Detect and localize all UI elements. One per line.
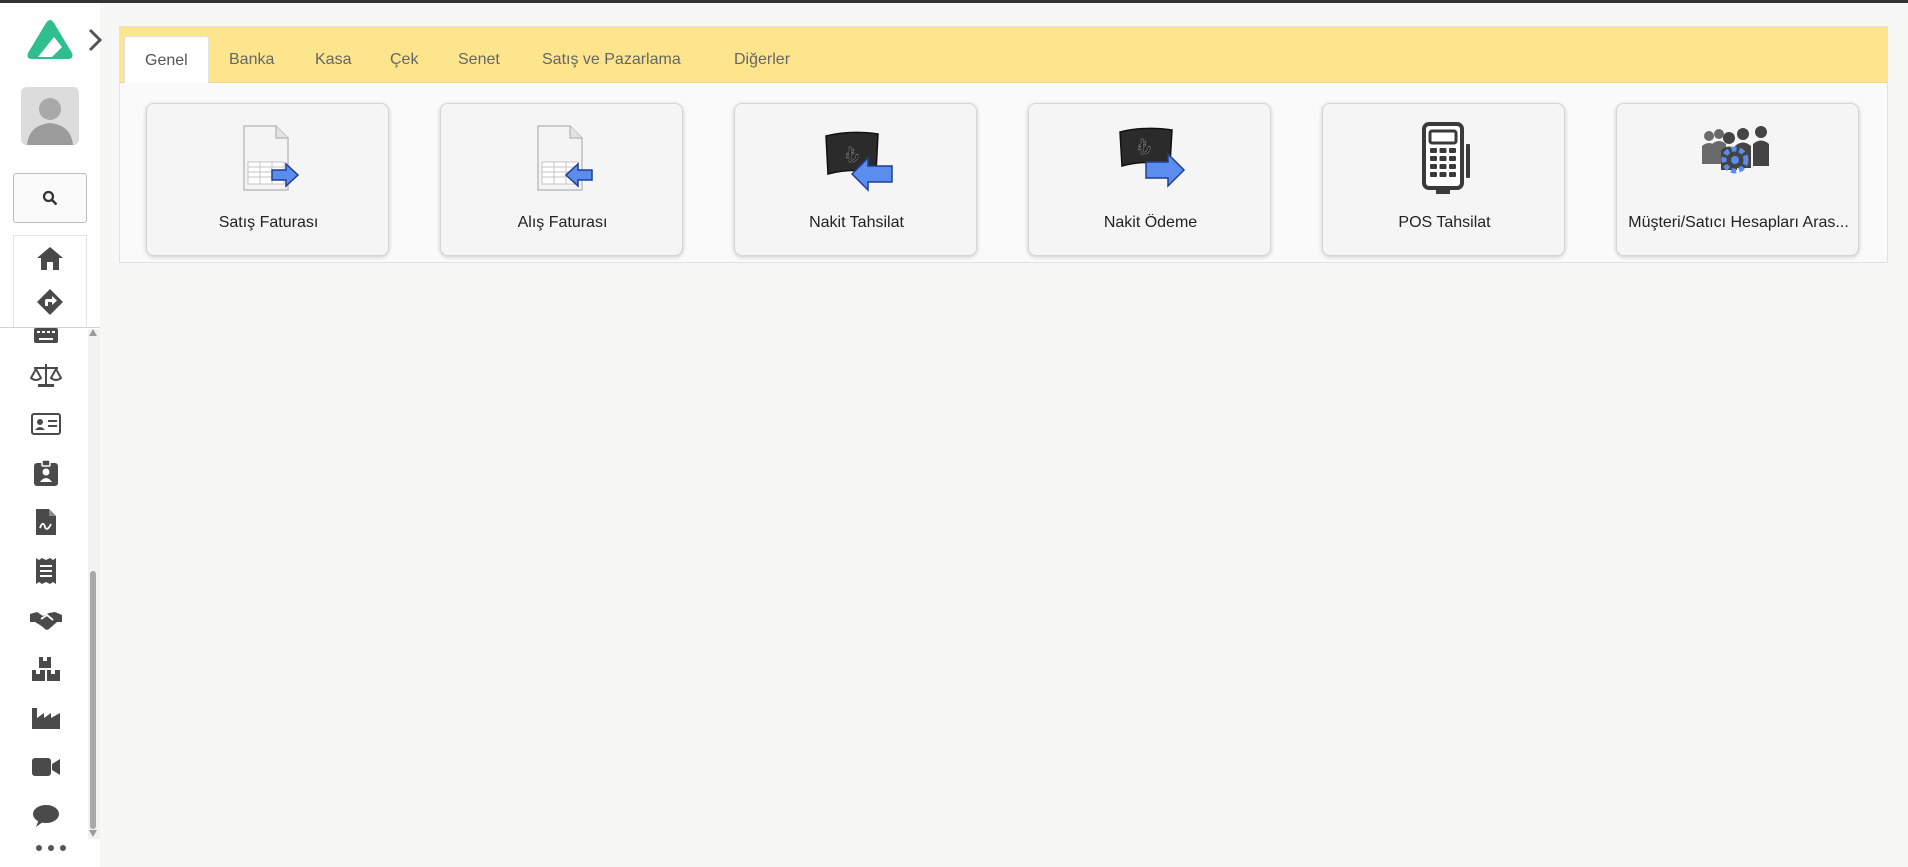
boxes-icon xyxy=(32,657,60,681)
sidebar-item-balance[interactable] xyxy=(26,358,66,392)
video-icon xyxy=(32,758,60,776)
sidebar-item-handshake[interactable] xyxy=(26,603,66,637)
card-label: Nakit Tahsilat xyxy=(809,214,904,231)
sidebar-item-receipt[interactable] xyxy=(26,554,66,588)
sidebar-item-boxes[interactable] xyxy=(26,652,66,686)
handshake-icon xyxy=(30,612,62,630)
svg-text:₺: ₺ xyxy=(1138,135,1151,159)
app-logo[interactable] xyxy=(24,17,76,61)
file-signature-icon xyxy=(36,509,56,535)
scroll-up-arrow[interactable] xyxy=(89,329,97,336)
sidebar-item-id-card[interactable] xyxy=(26,407,66,441)
receipt-icon xyxy=(36,558,56,584)
tab-kasa[interactable]: Kasa xyxy=(295,36,371,83)
main-panel: Genel Banka Kasa Çek Senet Satış ve Paza… xyxy=(119,26,1888,263)
tab-banka[interactable]: Banka xyxy=(209,36,294,83)
sidebar-item-directions[interactable] xyxy=(14,280,86,324)
purchase-invoice-icon xyxy=(536,125,593,191)
card-label: Satış Faturası xyxy=(218,214,319,231)
id-badge-icon xyxy=(34,459,58,486)
sidebar-item-document[interactable] xyxy=(26,505,66,539)
customer-vendor-transfer-icon xyxy=(1701,126,1769,174)
user-avatar-icon xyxy=(21,87,79,145)
sidebar-item-id-badge[interactable] xyxy=(26,456,66,490)
sidebar-item-video[interactable] xyxy=(26,750,66,784)
cash-collection-icon: ₺ xyxy=(824,131,893,192)
avatar[interactable] xyxy=(21,87,79,145)
ellipsis-icon xyxy=(36,845,42,851)
card-label: Müşteri/Satıcı Hesapları Aras... xyxy=(1628,214,1849,231)
directions-icon xyxy=(37,289,63,315)
pinned-menu xyxy=(13,235,87,327)
balance-scale-icon xyxy=(30,364,62,387)
chevron-right-icon xyxy=(88,28,103,52)
card-label: Nakit Ödeme xyxy=(1103,214,1198,231)
search-icon xyxy=(42,190,58,206)
cash-payment-card[interactable]: ₺ Nakit Ödeme xyxy=(1028,103,1271,256)
expand-sidebar-button[interactable] xyxy=(86,27,104,53)
sidebar-item-comment[interactable] xyxy=(26,799,66,833)
svg-text:₺: ₺ xyxy=(846,143,859,167)
card-label: POS Tahsilat xyxy=(1398,214,1491,231)
industry-icon xyxy=(32,708,60,729)
sidebar-item-keyboard[interactable] xyxy=(26,328,66,352)
home-icon xyxy=(37,247,63,270)
sales-invoice-card[interactable]: Satış Faturası xyxy=(146,103,389,256)
sales-invoice-icon xyxy=(242,125,299,191)
scroll-down-arrow[interactable] xyxy=(89,830,97,837)
tab-genel[interactable]: Genel xyxy=(124,36,209,83)
sidebar-item-industry[interactable] xyxy=(26,701,66,735)
id-card-icon xyxy=(31,413,61,435)
tab-cek[interactable]: Çek xyxy=(370,36,438,83)
more-menu-button[interactable] xyxy=(36,841,66,855)
sidebar-menu xyxy=(0,328,92,858)
scrollbar-thumb[interactable] xyxy=(90,571,96,829)
tab-satis-ve-pazarlama[interactable]: Satış ve Pazarlama xyxy=(522,36,701,83)
tab-senet[interactable]: Senet xyxy=(438,36,520,83)
comment-icon xyxy=(33,805,59,827)
card-label: Alış Faturası xyxy=(517,214,608,231)
customer-vendor-transfer-card[interactable]: Müşteri/Satıcı Hesapları Aras... xyxy=(1616,103,1859,256)
tab-digerler[interactable]: Diğerler xyxy=(714,36,810,83)
keyboard-icon xyxy=(34,328,58,343)
pos-collection-card[interactable]: POS Tahsilat xyxy=(1322,103,1565,256)
tab-bar: Genel Banka Kasa Çek Senet Satış ve Paza… xyxy=(120,27,1887,83)
pos-terminal-icon xyxy=(1421,122,1470,194)
purchase-invoice-card[interactable]: Alış Faturası xyxy=(440,103,683,256)
cash-collection-card[interactable]: ₺ Nakit Tahsilat xyxy=(734,103,977,256)
sidebar-item-home[interactable] xyxy=(14,236,86,280)
search-button[interactable] xyxy=(13,173,87,223)
cash-payment-icon: ₺ xyxy=(1118,127,1185,188)
sidebar xyxy=(0,3,103,867)
window-top-border xyxy=(0,0,1908,3)
